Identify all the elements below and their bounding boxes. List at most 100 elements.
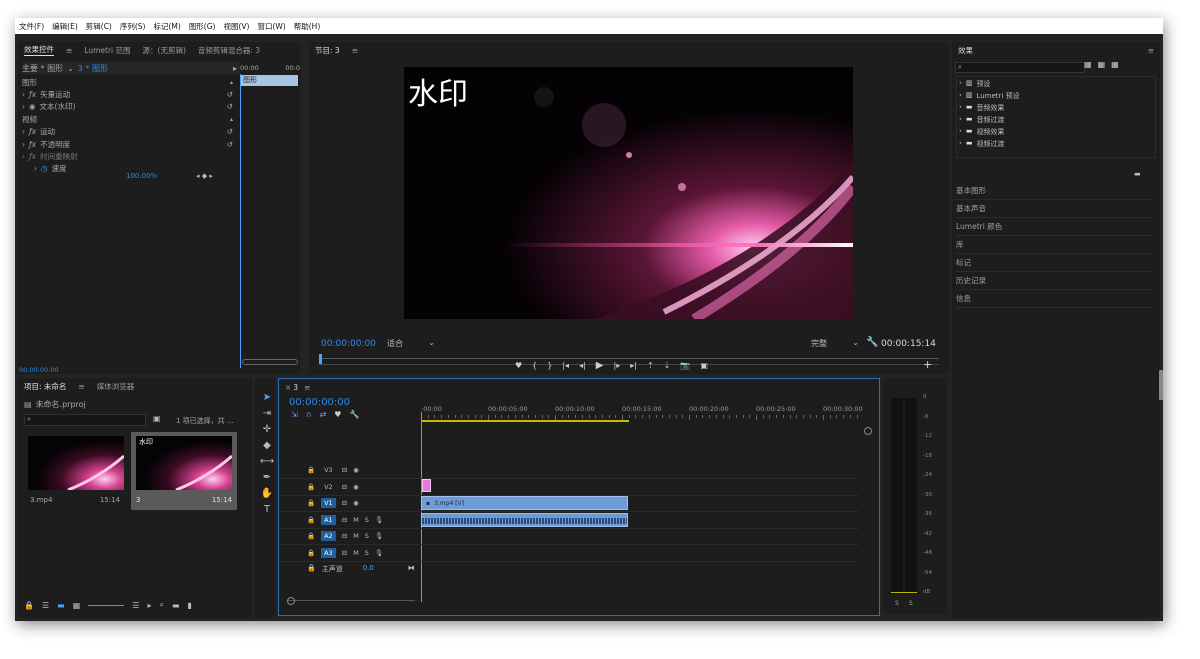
fx-icon[interactable]: ƒx xyxy=(29,152,36,161)
list-view-icon[interactable]: ☰ xyxy=(42,601,49,610)
sync-lock-icon[interactable]: ⊟ xyxy=(342,499,347,507)
lock-icon[interactable]: 🔒 xyxy=(307,549,315,557)
sync-lock-icon[interactable]: ⊟ xyxy=(342,532,347,540)
accelerated-filter-icon[interactable]: ▦ xyxy=(1084,60,1092,69)
visibility-icon[interactable]: ◉ xyxy=(29,102,36,111)
add-button-icon[interactable]: + xyxy=(923,358,932,371)
expand-chevron-icon[interactable]: › xyxy=(959,91,962,101)
compare-icon[interactable]: ▣ xyxy=(700,361,708,370)
marker-icon[interactable]: ♥ xyxy=(515,361,522,370)
mini-clip-bar[interactable]: 图形 xyxy=(240,75,298,86)
track-header-a1[interactable]: 🔒 A1 ⊟ M S 🎙 xyxy=(307,514,383,525)
sync-lock-icon[interactable]: ⊟ xyxy=(342,483,347,491)
solo-right[interactable]: S xyxy=(909,600,913,607)
expand-chevron-icon[interactable]: › xyxy=(22,152,25,161)
panel-section-3[interactable]: 库 xyxy=(956,236,1152,254)
collapse-icon[interactable]: ▴ xyxy=(230,116,233,123)
menu-item[interactable]: 标记(M) xyxy=(153,21,180,32)
lock-icon[interactable]: 🔒 xyxy=(307,516,315,524)
tab-effect-controls[interactable]: 效果控件 xyxy=(24,44,54,56)
eye-icon[interactable]: ◉ xyxy=(353,499,359,507)
solo-button[interactable]: S xyxy=(365,516,369,524)
eye-icon[interactable]: ◉ xyxy=(353,466,359,474)
collapse-icon[interactable]: ▴ xyxy=(230,79,233,86)
panel-menu-icon[interactable]: ≡ xyxy=(78,382,84,391)
menu-item[interactable]: 窗口(W) xyxy=(257,21,285,32)
mute-button[interactable]: M xyxy=(353,549,359,557)
solo-left[interactable]: S xyxy=(895,600,899,607)
linked-selection-icon[interactable]: ⇄ xyxy=(320,410,327,419)
panel-section-2[interactable]: Lumetri 颜色 xyxy=(956,218,1152,236)
track-label[interactable]: V1 xyxy=(321,498,336,508)
chevron-down-icon[interactable]: ⌄ xyxy=(67,64,74,73)
reset-icon[interactable]: ↺ xyxy=(227,140,233,149)
program-playhead[interactable] xyxy=(319,354,322,364)
master-value[interactable]: 0.0 xyxy=(363,564,374,574)
new-bin-icon[interactable]: ▬ xyxy=(1134,170,1141,178)
program-timecode[interactable]: 00:00:00:00 xyxy=(321,339,376,349)
track-label[interactable]: V2 xyxy=(321,482,336,492)
mark-in-icon[interactable]: { xyxy=(532,361,537,370)
effects-folder[interactable]: › ▬ 音频过渡 xyxy=(959,115,1004,125)
effect-controls-timecode[interactable]: 00:00:00:00 xyxy=(19,366,59,374)
track-label[interactable]: V3 xyxy=(321,465,336,475)
menu-item[interactable]: 帮助(H) xyxy=(294,21,321,32)
expand-chevron-icon[interactable]: › xyxy=(22,102,25,111)
breadcrumb-clip[interactable]: 3 * 图形 xyxy=(78,63,108,74)
timeline-v-scroll-handle[interactable] xyxy=(864,427,872,435)
menu-item[interactable]: 图形(G) xyxy=(189,21,216,32)
mini-playhead[interactable] xyxy=(240,74,241,368)
effects-folder[interactable]: › ▬ 视频效果 xyxy=(959,127,1004,137)
go-to-out-icon[interactable]: ▸| xyxy=(630,361,637,370)
fx-icon[interactable]: ƒx xyxy=(29,127,36,136)
snap-icon[interactable]: ∩ xyxy=(306,410,312,419)
panel-menu-icon[interactable]: ≡ xyxy=(66,46,72,55)
work-area-bar[interactable] xyxy=(421,420,629,422)
time-ruler[interactable]: :00:00 00:00:05:00 00:00:10:00 00:00:15:00 0… xyxy=(421,405,863,420)
expand-chevron-icon[interactable]: › xyxy=(959,103,962,113)
expand-chevron-icon[interactable]: › xyxy=(22,127,25,136)
timeline-timecode[interactable]: 00:00:00:00 xyxy=(289,397,350,408)
project-item-3mp4[interactable]: 3.mp4 15:14 xyxy=(28,436,126,510)
step-forward-icon[interactable]: |▸ xyxy=(614,361,621,370)
lock-icon[interactable]: 🔒 xyxy=(307,466,315,474)
pen-tool-icon[interactable]: ✒ xyxy=(260,470,274,484)
effect-row[interactable]: › ƒx 时间重映射 xyxy=(22,150,236,162)
menu-item[interactable]: 剪辑(C) xyxy=(86,21,112,32)
new-item-icon[interactable]: ▮ xyxy=(188,601,192,610)
effects-search-input[interactable]: ⌕ xyxy=(955,62,1085,73)
tab-audio-clip-mixer[interactable]: 音频剪辑混合器: 3 xyxy=(198,45,260,56)
new-bin-icon[interactable]: ▬ xyxy=(172,601,180,610)
menu-item[interactable]: 序列(S) xyxy=(120,21,146,32)
play-triangle-icon[interactable]: ▸ xyxy=(233,64,237,73)
effect-row[interactable]: › ƒx 运动 ↺ xyxy=(22,126,236,138)
menu-item[interactable]: 编辑(E) xyxy=(52,21,78,32)
track-select-tool-icon[interactable]: ⇥ xyxy=(260,406,274,420)
panel-section-4[interactable]: 标记 xyxy=(956,254,1152,272)
video-clip-v1[interactable]: ▪ 3.mp4 [V] xyxy=(421,496,628,510)
solo-button[interactable]: S xyxy=(365,532,369,540)
panel-section-6[interactable]: 信息 xyxy=(956,290,1152,308)
ripple-edit-tool-icon[interactable]: ✛ xyxy=(260,422,274,436)
speed-value[interactable]: 100.00% xyxy=(126,172,157,180)
reset-icon[interactable]: ↺ xyxy=(227,127,233,136)
effects-folder[interactable]: › ▥ 预设 xyxy=(959,79,990,89)
timeline-h-scrollbar[interactable] xyxy=(287,600,415,605)
mute-button[interactable]: M xyxy=(353,532,359,540)
razor-tool-icon[interactable]: ◆ xyxy=(260,438,274,452)
track-label[interactable]: A2 xyxy=(321,531,336,541)
track-header-a3[interactable]: 🔒 A3 ⊟ M S 🎙 xyxy=(307,547,383,558)
fx-icon[interactable]: ƒx xyxy=(29,90,36,99)
quality-dropdown[interactable]: 完整 ⌄ xyxy=(811,338,859,349)
tab-project[interactable]: 项目: 未命名 xyxy=(24,381,66,392)
expand-chevron-icon[interactable]: › xyxy=(959,127,962,137)
breadcrumb-master[interactable]: 主要 * 图形 xyxy=(22,63,63,74)
zoom-slider[interactable] xyxy=(88,604,125,606)
expand-chevron-icon[interactable]: › xyxy=(22,140,25,149)
freeform-view-icon[interactable]: ▦ xyxy=(73,601,81,610)
panel-menu-icon[interactable]: ≡ xyxy=(352,46,358,55)
effects-folder[interactable]: › ▬ 音频效果 xyxy=(959,103,1004,113)
lock-icon[interactable]: 🔒 xyxy=(307,483,315,491)
sync-lock-icon[interactable]: ⊟ xyxy=(342,466,347,474)
mini-zoom-scrollbar[interactable] xyxy=(242,359,298,365)
